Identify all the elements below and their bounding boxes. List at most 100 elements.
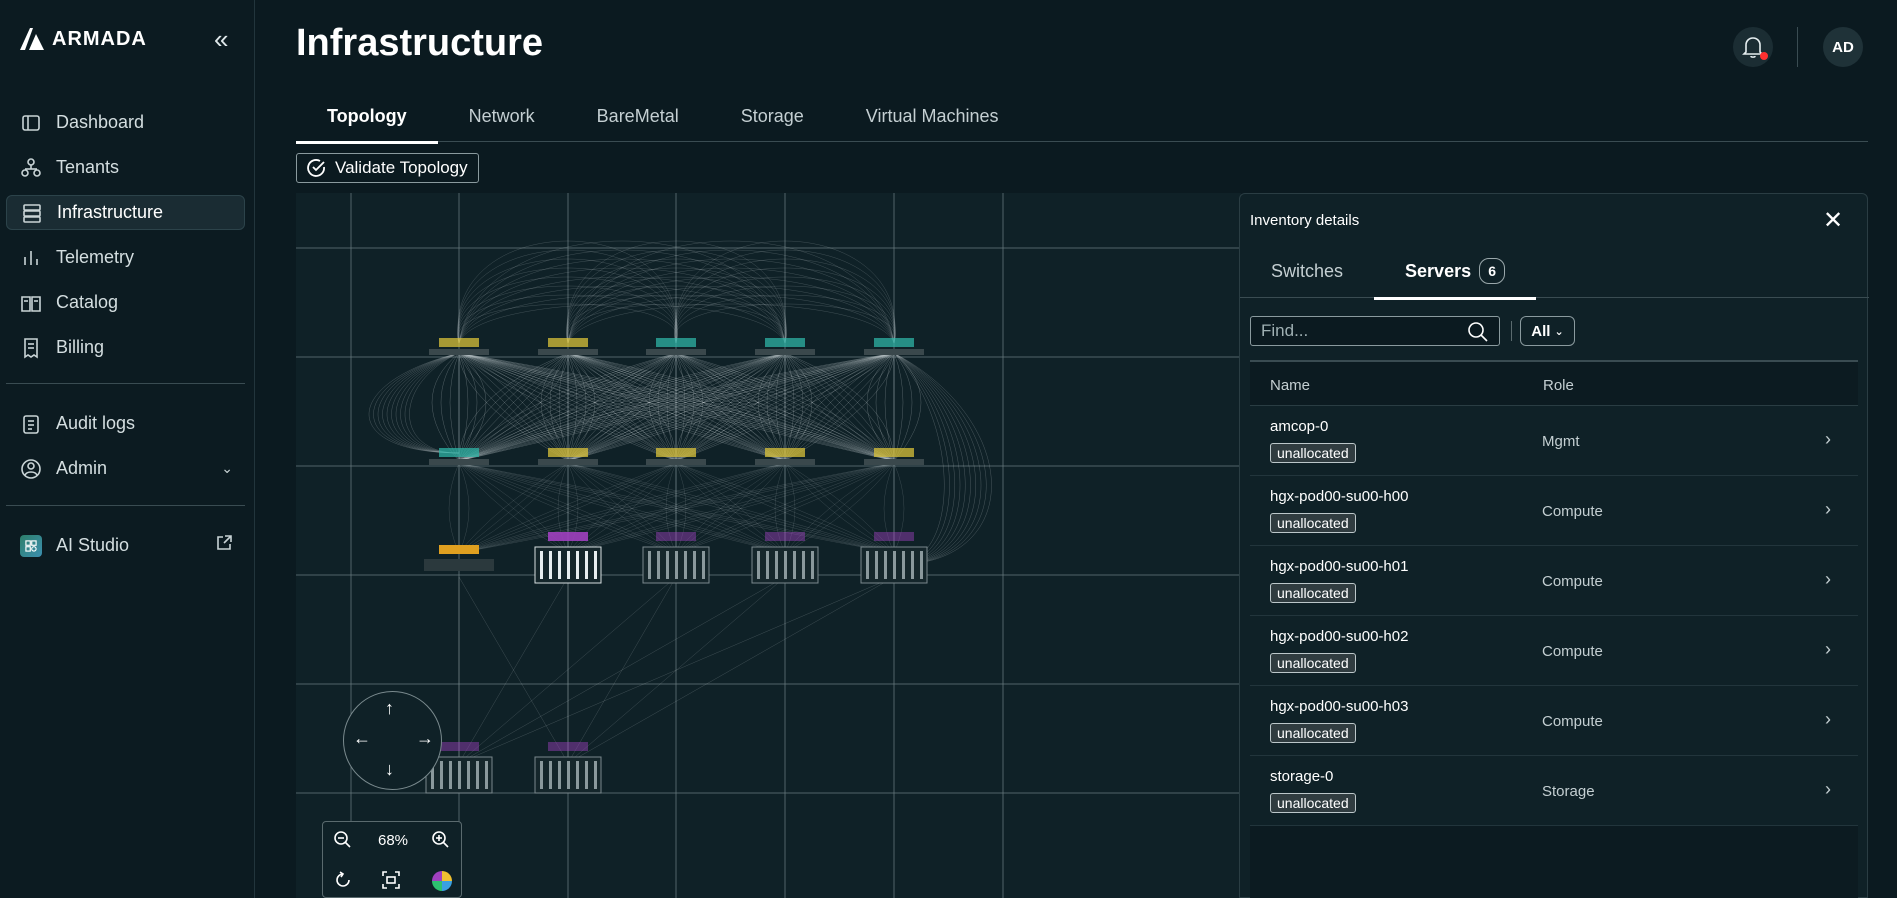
sidebar-item-label: Tenants (56, 157, 120, 177)
topology-graph[interactable] (296, 193, 1241, 898)
dashboard-icon (20, 112, 42, 134)
filter-select[interactable]: All ⌄ (1520, 316, 1575, 346)
server-label (548, 742, 588, 751)
chevron-right-icon[interactable]: › (1825, 499, 1831, 520)
close-icon[interactable]: ✕ (1823, 206, 1843, 235)
arrow-left-icon[interactable]: ← (353, 728, 371, 749)
color-legend-icon[interactable] (431, 870, 453, 897)
topology-canvas[interactable] (296, 193, 1241, 898)
server-slot (476, 761, 479, 789)
column-name[interactable]: Name (1270, 377, 1310, 394)
switch-body (429, 349, 489, 355)
server-slot (666, 551, 669, 579)
servers-count-badge: 6 (1479, 258, 1506, 284)
status-badge: unallocated (1270, 653, 1356, 673)
tab-network[interactable]: Network (438, 90, 566, 142)
sidebar-item-label: Telemetry (56, 247, 135, 267)
sidebar-item-label: Dashboard (56, 112, 145, 132)
inventory-tabs: Switches Servers 6 (1240, 244, 1869, 300)
arrow-right-icon[interactable]: → (416, 728, 434, 749)
chevron-right-icon[interactable]: › (1825, 639, 1831, 660)
server-slot (540, 551, 543, 579)
table-row[interactable]: amcop-0 unallocated Mgmt › (1250, 406, 1858, 476)
reset-icon[interactable] (333, 870, 353, 895)
switch-body (646, 349, 706, 355)
column-role[interactable]: Role (1543, 377, 1574, 394)
validate-topology-button[interactable]: Validate Topology (296, 153, 479, 183)
link-line (458, 462, 470, 554)
tab-baremetal[interactable]: BareMetal (566, 90, 710, 142)
server-slot (902, 551, 905, 579)
pan-control[interactable]: ↑ ← → ↓ (343, 691, 442, 790)
sidebar-item-audit-logs[interactable]: Audit logs (6, 406, 245, 441)
tenants-icon (20, 157, 42, 179)
chevron-down-icon: ⌄ (221, 460, 233, 476)
panel-title: Inventory details (1250, 212, 1360, 229)
sidebar-item-label: Billing (56, 337, 105, 357)
server-role: Compute (1542, 713, 1603, 730)
table-header: Name Role (1250, 362, 1858, 406)
sidebar-item-billing[interactable]: Billing (6, 330, 245, 365)
server-label (548, 532, 588, 541)
status-badge: unallocated (1270, 723, 1356, 743)
chevron-right-icon[interactable]: › (1825, 709, 1831, 730)
link-line (893, 352, 904, 462)
table-row[interactable]: hgx-pod00-su00-h00 unallocated Compute › (1250, 476, 1858, 546)
avatar[interactable]: AD (1823, 27, 1863, 67)
bar-chart-icon (20, 247, 42, 269)
filter-divider (1511, 321, 1512, 341)
sidebar-item-admin[interactable]: Admin ⌄ (6, 451, 245, 486)
server-label (439, 742, 479, 751)
sidebar-item-dashboard[interactable]: Dashboard (6, 105, 245, 140)
server-slot (567, 761, 570, 789)
chevron-right-icon[interactable]: › (1825, 779, 1831, 800)
brand-logo[interactable]: ARMADA (18, 26, 147, 52)
server-slot (485, 761, 488, 789)
table-row[interactable]: hgx-pod00-su00-h03 unallocated Compute › (1250, 686, 1858, 756)
link-line (458, 352, 469, 462)
server-slot (467, 761, 470, 789)
link-line (567, 303, 895, 344)
tab-switches[interactable]: Switches (1240, 244, 1374, 298)
external-link-icon[interactable] (215, 534, 233, 557)
server-slot (875, 551, 878, 579)
table-row[interactable]: hgx-pod00-su00-h01 unallocated Compute › (1250, 546, 1858, 616)
tab-servers[interactable]: Servers 6 (1374, 244, 1537, 300)
sidebar-nav-main: Dashboard Tenants Infrastructure Telemet… (6, 105, 245, 375)
sidebar-item-telemetry[interactable]: Telemetry (6, 240, 245, 275)
switch-body (429, 459, 489, 465)
tab-storage[interactable]: Storage (710, 90, 835, 142)
sidebar-item-ai-studio[interactable]: AI Studio (6, 528, 245, 563)
page-title: Infrastructure (296, 22, 544, 64)
sidebar-item-tenants[interactable]: Tenants (6, 150, 245, 185)
header-divider (1797, 27, 1798, 67)
server-slot (866, 551, 869, 579)
table-row[interactable]: hgx-pod00-su00-h02 unallocated Compute › (1250, 616, 1858, 686)
tab-topology[interactable]: Topology (296, 90, 438, 144)
notifications-button[interactable] (1733, 27, 1773, 67)
link-line (567, 294, 895, 344)
status-badge: unallocated (1270, 443, 1356, 463)
server-slot (911, 551, 914, 579)
tab-virtual-machines[interactable]: Virtual Machines (835, 90, 1030, 142)
switch-body (864, 459, 924, 465)
collapse-sidebar-button[interactable]: « (214, 26, 228, 52)
arrow-down-icon[interactable]: ↓ (385, 759, 394, 780)
server-stack-icon (21, 202, 43, 224)
status-badge: unallocated (1270, 513, 1356, 533)
zoom-in-icon[interactable] (431, 830, 451, 855)
table-row[interactable]: storage-0 unallocated Storage › (1250, 756, 1858, 826)
chevron-right-icon[interactable]: › (1825, 429, 1831, 450)
search-input[interactable] (1250, 316, 1500, 346)
sidebar-item-catalog[interactable]: Catalog (6, 285, 245, 320)
server-slot (675, 551, 678, 579)
zoom-out-icon[interactable] (333, 830, 353, 855)
link-line (382, 352, 460, 454)
server-slot (802, 551, 805, 579)
fit-screen-icon[interactable] (381, 870, 401, 895)
chevron-right-icon[interactable]: › (1825, 569, 1831, 590)
arrow-up-icon[interactable]: ↑ (385, 698, 394, 719)
sidebar-item-infrastructure[interactable]: Infrastructure (6, 195, 245, 230)
link-line (448, 462, 460, 554)
search-icon[interactable] (1467, 321, 1489, 348)
